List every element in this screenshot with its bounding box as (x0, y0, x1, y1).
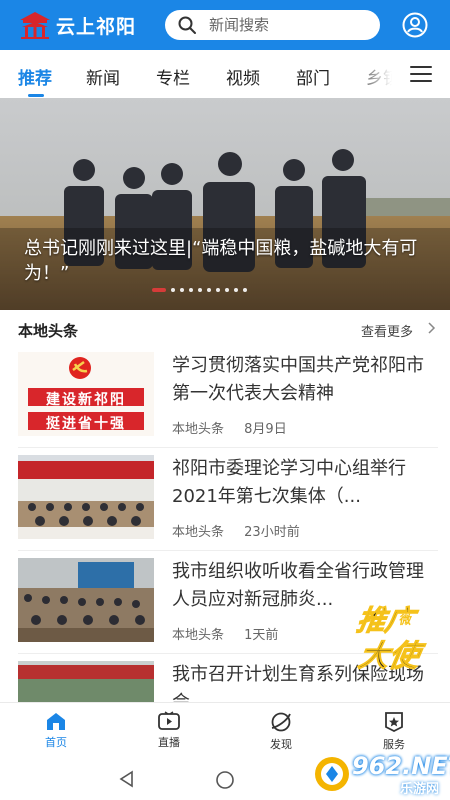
news-source: 本地头条 (172, 422, 225, 437)
divider (18, 447, 438, 448)
service-icon (385, 712, 403, 733)
section-title: 本地头条 (18, 322, 79, 340)
news-meta: 本地头条 1天前 (172, 624, 294, 643)
tabs-fade (350, 50, 410, 98)
news-title[interactable]: 学习贯彻落实中国共产党祁阳市第一次代表大会精神 (172, 352, 430, 408)
live-tv-icon (158, 711, 180, 730)
nav-label: 发现 (270, 738, 292, 751)
news-title[interactable]: 祁阳市委理论学习中心组举行2021年第七次集体（... (172, 455, 430, 511)
app-name: 云上祁阳 (56, 15, 137, 38)
news-thumbnail (18, 661, 154, 702)
tab-columns[interactable]: 专栏 (156, 64, 190, 89)
news-item[interactable]: 祁阳市委理论学习中心组举行2021年第七次集体（... 本地头条 23小时前 (0, 455, 450, 555)
carousel-dot (234, 288, 238, 292)
back-icon[interactable] (118, 770, 136, 788)
news-meta: 本地头条 23小时前 (172, 521, 316, 540)
thumb-slogan-1: 建设新祁阳 (46, 392, 126, 408)
tab-recommend[interactable]: 推荐 (18, 64, 52, 89)
nav-discover[interactable]: 发现 (251, 711, 311, 752)
app-screen: 云上祁阳 推荐 新闻 专栏 视频 部门 乡镇 (0, 0, 450, 800)
news-item[interactable]: 建设新祁阳 挺进省十强 学习贯彻落实中国共产党祁阳市第一次代表大会精神 本地头条… (0, 352, 450, 452)
search-bar[interactable] (165, 10, 380, 40)
discover-icon (271, 712, 291, 732)
news-source: 本地头条 (172, 525, 225, 540)
news-thumbnail (18, 558, 154, 642)
carousel-dot (207, 288, 211, 292)
promo-ambassador-badge[interactable]: 推广 大使 微 (340, 594, 440, 674)
news-meta: 本地头条 8月9日 (172, 418, 303, 437)
active-tab-indicator (28, 94, 44, 97)
category-tabs: 推荐 新闻 专栏 视频 部门 乡镇 (0, 50, 450, 98)
banner-caption[interactable]: 总书记刚刚来过这里|“端稳中国粮，盐碱地大有可为！” (24, 236, 434, 286)
news-source: 本地头条 (172, 628, 225, 643)
news-time: 1天前 (244, 628, 279, 643)
tab-departments[interactable]: 部门 (296, 64, 330, 89)
search-icon (178, 16, 196, 34)
home-circle-icon[interactable] (215, 770, 235, 790)
user-profile-icon[interactable] (402, 12, 428, 38)
carousel-dot (216, 288, 220, 292)
home-icon (47, 713, 65, 730)
carousel-dot (225, 288, 229, 292)
search-input[interactable] (209, 16, 369, 34)
promo-line2: 大使 (356, 639, 428, 674)
watermark-text: 962.NET (352, 752, 450, 780)
divider (18, 550, 438, 551)
app-header: 云上祁阳 (0, 0, 450, 50)
carousel-dot (189, 288, 193, 292)
menu-icon[interactable] (410, 66, 432, 84)
news-time: 8月9日 (244, 422, 287, 437)
carousel-dot-active (152, 288, 166, 292)
watermark-subtext: 乐游网 (400, 782, 440, 797)
tab-news[interactable]: 新闻 (86, 64, 120, 89)
nav-label: 直播 (158, 736, 180, 749)
carousel-dot (198, 288, 202, 292)
app-logo: 云上祁阳 (18, 10, 136, 40)
see-more-link[interactable]: 查看更多 (361, 321, 413, 340)
news-time: 23小时前 (244, 525, 300, 540)
thumb-slogan-2: 挺进省十强 (46, 416, 126, 432)
carousel-dot (180, 288, 184, 292)
carousel-dot (171, 288, 175, 292)
bottom-navigation: 首页 直播 发现 服务 (0, 702, 450, 754)
carousel-dot (243, 288, 247, 292)
nav-label: 首页 (45, 736, 67, 749)
pavilion-logo-icon (20, 12, 50, 39)
chevron-right-icon[interactable] (426, 322, 436, 334)
tab-video[interactable]: 视频 (226, 64, 260, 89)
watermark-logo-icon (315, 757, 349, 791)
nav-service[interactable]: 服务 (364, 711, 424, 752)
nav-live[interactable]: 直播 (139, 711, 199, 750)
news-thumbnail (18, 455, 154, 539)
banner-carousel[interactable]: 总书记刚刚来过这里|“端稳中国粮，盐碱地大有可为！” (0, 98, 450, 310)
nav-home[interactable]: 首页 (26, 711, 86, 750)
site-watermark: 962.NET 乐游网 (312, 748, 450, 800)
news-thumbnail: 建设新祁阳 挺进省十强 (18, 352, 154, 436)
carousel-indicator (152, 288, 252, 292)
